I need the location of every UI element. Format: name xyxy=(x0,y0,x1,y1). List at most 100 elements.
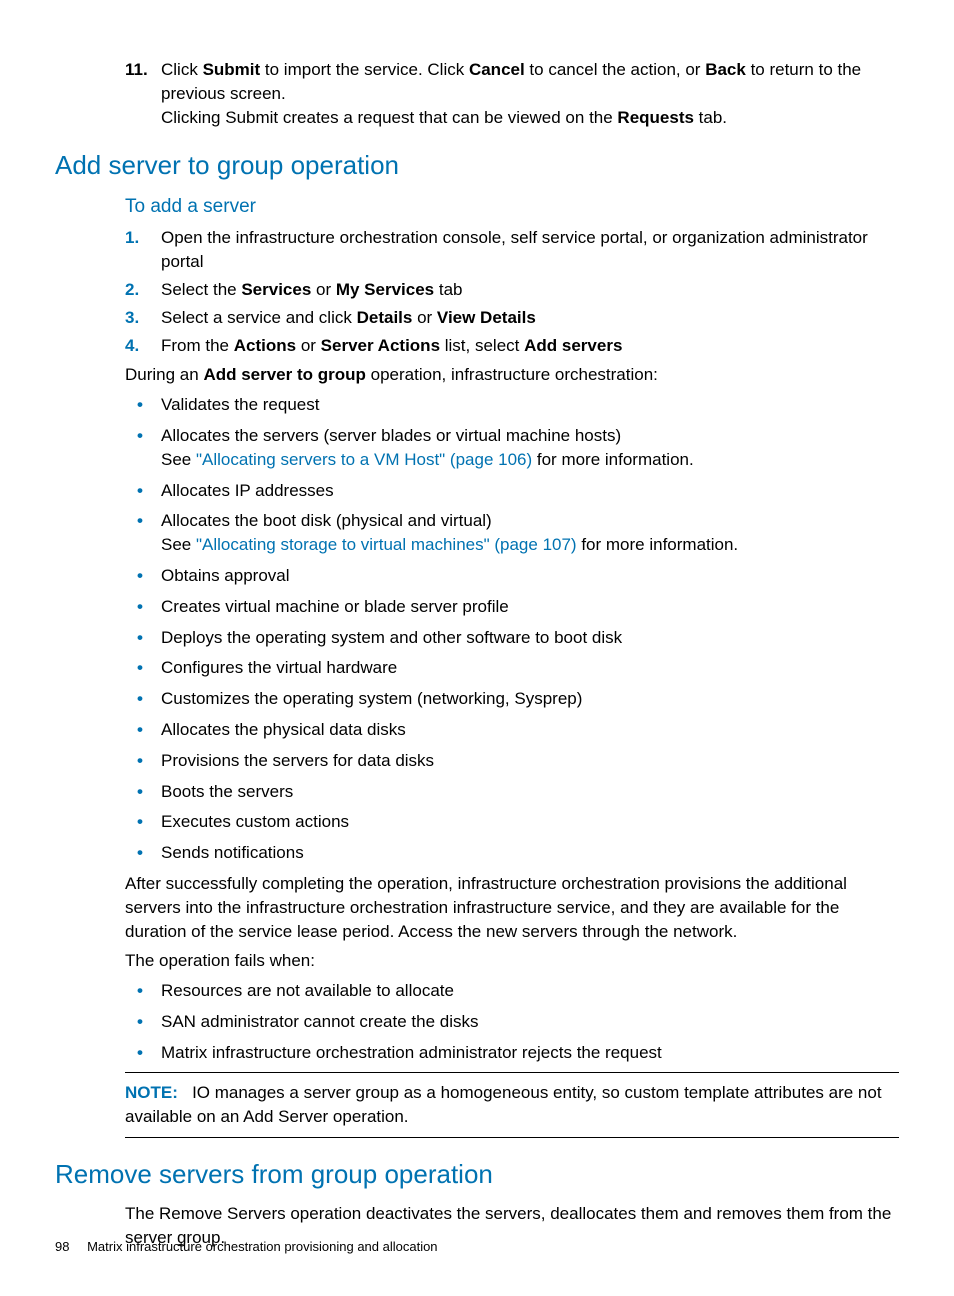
text: Deploys the operating system and other s… xyxy=(161,626,899,650)
list-item: 2. Select the Services or My Services ta… xyxy=(125,278,899,302)
text: Customizes the operating system (network… xyxy=(161,687,899,711)
text: for more information. xyxy=(532,450,694,469)
note-text: IO manages a server group as a homogeneo… xyxy=(125,1083,882,1126)
bold-services: Services xyxy=(241,280,311,299)
list-item: Validates the request xyxy=(125,393,899,417)
list-item: 1. Open the infrastructure orchestration… xyxy=(125,226,899,274)
link-allocating-servers[interactable]: "Allocating servers to a VM Host" (page … xyxy=(196,450,532,469)
list-item: 11. Click Submit to import the service. … xyxy=(125,58,899,129)
note-label: NOTE: xyxy=(125,1083,178,1102)
text: for more information. xyxy=(577,535,739,554)
note-block: NOTE: IO manages a server group as a hom… xyxy=(125,1081,899,1129)
step-number: 3. xyxy=(125,306,161,330)
list-item: Resources are not available to allocate xyxy=(125,979,899,1003)
text: During an xyxy=(125,365,203,384)
list-item: Configures the virtual hardware xyxy=(125,656,899,680)
paragraph-fails: The operation fails when: xyxy=(125,949,899,973)
text: Select a service and click xyxy=(161,308,357,327)
text: Configures the virtual hardware xyxy=(161,656,899,680)
list-item: Obtains approval xyxy=(125,564,899,588)
text: From the xyxy=(161,336,234,355)
text: Allocates the servers (server blades or … xyxy=(161,426,621,445)
heading-add-server: Add server to group operation xyxy=(55,147,899,183)
list-item: Customizes the operating system (network… xyxy=(125,687,899,711)
text: Creates virtual machine or blade server … xyxy=(161,595,899,619)
step-body: Select the Services or My Services tab xyxy=(161,278,899,302)
bold-view-details: View Details xyxy=(437,308,536,327)
text: Boots the servers xyxy=(161,780,899,804)
step-body: Open the infrastructure orchestration co… xyxy=(161,226,899,274)
text: Allocates the boot disk (physical and vi… xyxy=(161,511,492,530)
text: Clicking Submit creates a request that c… xyxy=(161,108,617,127)
list-item: Deploys the operating system and other s… xyxy=(125,626,899,650)
link-allocating-storage[interactable]: "Allocating storage to virtual machines"… xyxy=(196,535,577,554)
fail-list: Resources are not available to allocate … xyxy=(125,979,899,1064)
step-body: Click Submit to import the service. Clic… xyxy=(161,58,899,129)
step-number: 4. xyxy=(125,334,161,358)
text: Provisions the servers for data disks xyxy=(161,749,899,773)
bold-server-actions: Server Actions xyxy=(321,336,440,355)
text: Matrix infrastructure orchestration admi… xyxy=(161,1041,899,1065)
text: See xyxy=(161,450,196,469)
text: Select the xyxy=(161,280,241,299)
text: Allocates IP addresses xyxy=(161,479,899,503)
operation-list: Validates the request Allocates the serv… xyxy=(125,393,899,865)
text: Validates the request xyxy=(161,393,899,417)
list-item: 3. Select a service and click Details or… xyxy=(125,306,899,330)
list-item: 4. From the Actions or Server Actions li… xyxy=(125,334,899,358)
text: or xyxy=(296,336,321,355)
divider xyxy=(125,1072,899,1073)
bold-add-servers: Add servers xyxy=(524,336,622,355)
text: to cancel the action, or xyxy=(525,60,706,79)
bold-cancel: Cancel xyxy=(469,60,525,79)
text: Allocates the servers (server blades or … xyxy=(161,424,899,472)
text: to import the service. Click xyxy=(260,60,469,79)
bold-requests: Requests xyxy=(617,108,694,127)
text: or xyxy=(412,308,437,327)
heading-to-add: To add a server xyxy=(125,194,899,221)
paragraph-after: After successfully completing the operat… xyxy=(125,872,899,943)
text: Click xyxy=(161,60,203,79)
text: Obtains approval xyxy=(161,564,899,588)
page-number: 98 xyxy=(55,1239,69,1254)
bold-submit: Submit xyxy=(203,60,261,79)
divider xyxy=(125,1137,899,1138)
bold-add-server-to-group: Add server to group xyxy=(203,365,365,384)
step-number: 11. xyxy=(125,58,161,129)
bold-back: Back xyxy=(705,60,746,79)
step-number: 2. xyxy=(125,278,161,302)
text: Resources are not available to allocate xyxy=(161,979,899,1003)
text: Allocates the physical data disks xyxy=(161,718,899,742)
text: tab xyxy=(434,280,462,299)
footer-title: Matrix infrastructure orchestration prov… xyxy=(87,1239,437,1254)
step-body: Select a service and click Details or Vi… xyxy=(161,306,899,330)
text: Allocates the boot disk (physical and vi… xyxy=(161,509,899,557)
list-item: SAN administrator cannot create the disk… xyxy=(125,1010,899,1034)
step-body: From the Actions or Server Actions list,… xyxy=(161,334,899,358)
text: Executes custom actions xyxy=(161,810,899,834)
text: Sends notifications xyxy=(161,841,899,865)
step-number: 1. xyxy=(125,226,161,274)
list-item: Boots the servers xyxy=(125,780,899,804)
list-item: Creates virtual machine or blade server … xyxy=(125,595,899,619)
procedure-list: 1. Open the infrastructure orchestration… xyxy=(125,226,899,357)
list-item: Allocates the servers (server blades or … xyxy=(125,424,899,472)
text: or xyxy=(311,280,336,299)
text: tab. xyxy=(694,108,727,127)
bold-my-services: My Services xyxy=(336,280,434,299)
list-item: Sends notifications xyxy=(125,841,899,865)
bold-details: Details xyxy=(357,308,413,327)
bold-actions: Actions xyxy=(234,336,296,355)
text: SAN administrator cannot create the disk… xyxy=(161,1010,899,1034)
text: See xyxy=(161,535,196,554)
heading-remove-servers: Remove servers from group operation xyxy=(55,1156,899,1192)
list-item: Provisions the servers for data disks xyxy=(125,749,899,773)
page-footer: 98 Matrix infrastructure orchestration p… xyxy=(55,1238,438,1256)
text: operation, infrastructure orchestration: xyxy=(366,365,658,384)
list-item: Allocates IP addresses xyxy=(125,479,899,503)
list-item: Matrix infrastructure orchestration admi… xyxy=(125,1041,899,1065)
list-item: Allocates the boot disk (physical and vi… xyxy=(125,509,899,557)
step-list-continued: 11. Click Submit to import the service. … xyxy=(125,58,899,129)
text: list, select xyxy=(440,336,524,355)
list-item: Executes custom actions xyxy=(125,810,899,834)
